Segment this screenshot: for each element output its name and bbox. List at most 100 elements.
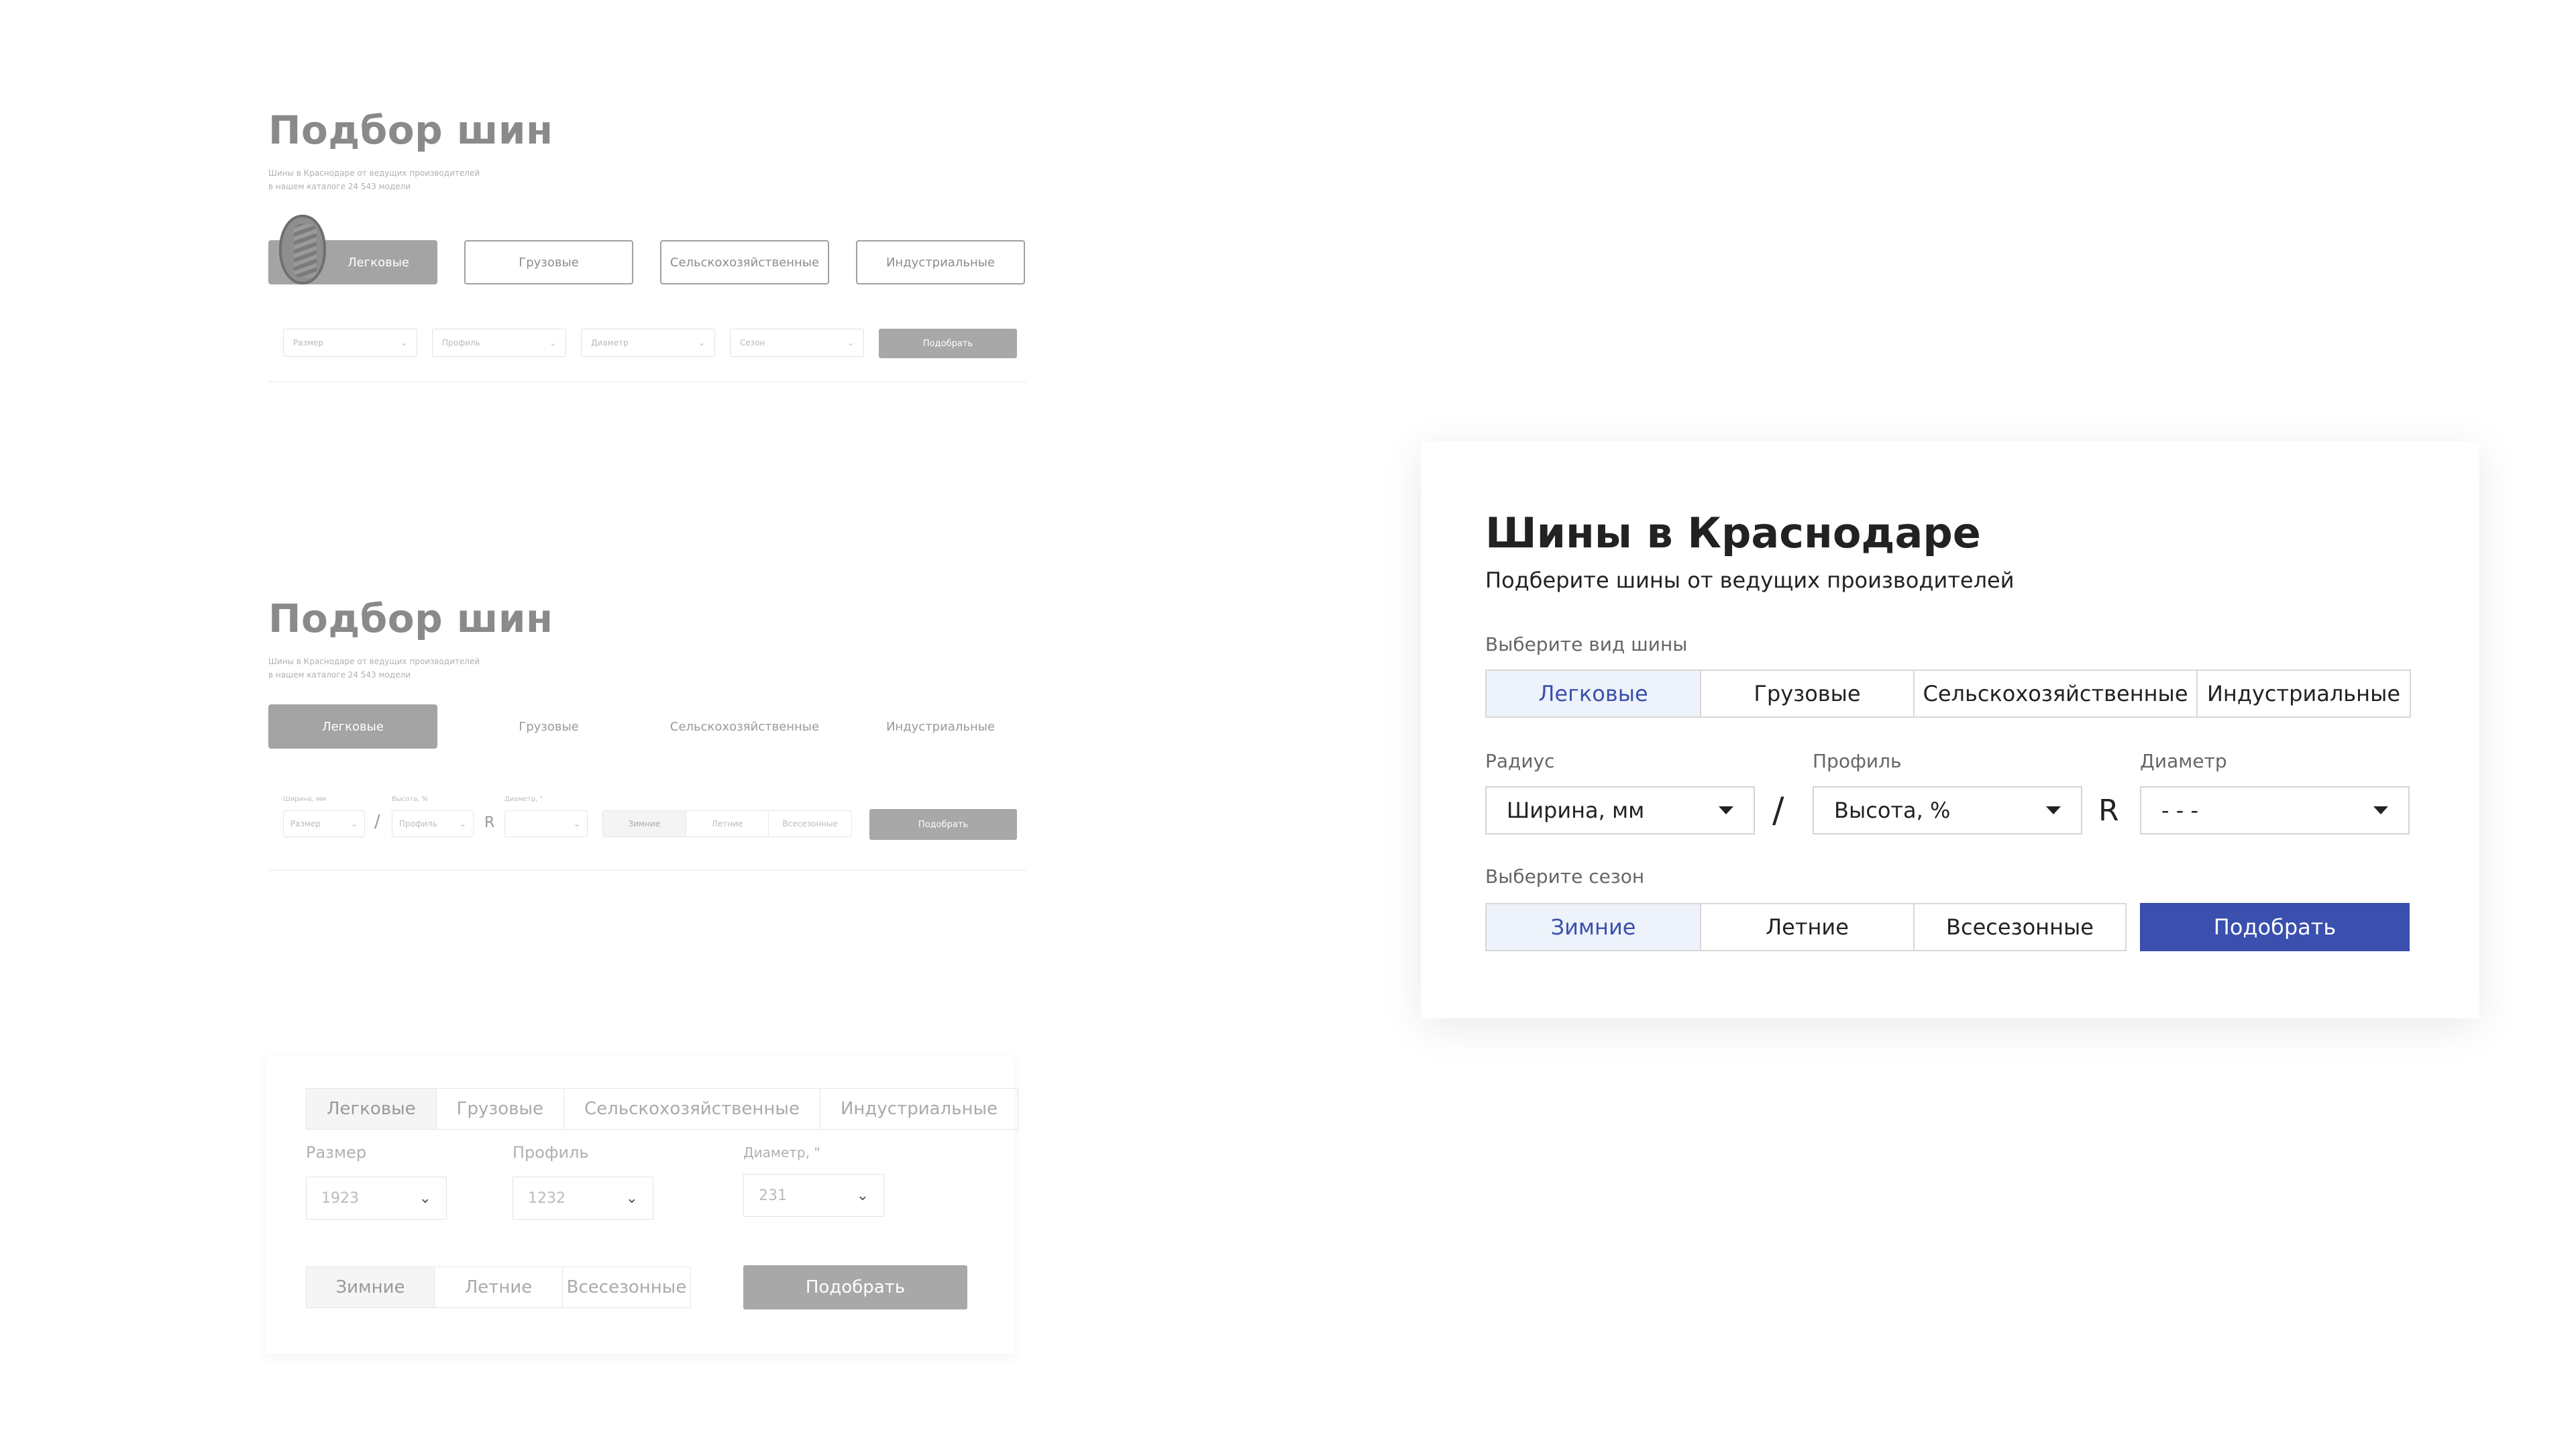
draft1-season-value: Сезон (740, 338, 765, 347)
draft3-type-tabs: Легковые Грузовые Сельскохозяйственные И… (306, 1088, 1018, 1130)
draft2-title: Подбор шин (268, 596, 553, 641)
season-allseason[interactable]: Всесезонные (1913, 904, 2125, 950)
draft1-tab-agricultural[interactable]: Сельскохозяйственные (660, 240, 829, 284)
draft1-subtitle-line1: Шины в Краснодаре от ведущих производите… (268, 168, 480, 178)
draft2-season-allseason[interactable]: Всесезонные (768, 811, 851, 837)
draft2-slash-separator: / (374, 812, 380, 832)
draft3-diameter-select[interactable]: 231 ⌄ (743, 1174, 884, 1217)
draft2-tab-passenger[interactable]: Легковые (268, 704, 437, 749)
tab-truck[interactable]: Грузовые (1700, 671, 1913, 716)
draft1-diameter-select[interactable]: Диаметр ⌄ (581, 329, 715, 357)
draft1-diameter-value: Диаметр (591, 338, 629, 347)
tire-selector-card: Шины в Краснодаре Подберите шины от веду… (1421, 441, 2479, 1018)
draft1-profile-value: Профиль (442, 338, 480, 347)
draft2-season-winter[interactable]: Зимние (603, 811, 686, 837)
draft3-tab-agricultural[interactable]: Сельскохозяйственные (564, 1089, 820, 1129)
draft3-season-winter[interactable]: Зимние (307, 1267, 434, 1307)
width-select-value: Ширина, мм (1507, 798, 1645, 823)
draft3-profile-label: Профиль (513, 1143, 589, 1162)
r-separator: R (2098, 793, 2119, 828)
draft1-tab-passenger[interactable]: Легковые (268, 215, 437, 284)
draft2-subtitle-line1: Шины в Краснодаре от ведущих производите… (268, 657, 480, 666)
draft3-card: Легковые Грузовые Сельскохозяйственные И… (266, 1056, 1018, 1354)
draft2-divider (268, 869, 1026, 871)
diameter-select[interactable]: - - - (2140, 786, 2410, 835)
draft3-profile-value: 1232 (528, 1189, 566, 1207)
tire-type-label: Выберите вид шины (1485, 633, 1688, 655)
caret-down-icon (2373, 806, 2388, 814)
season-winter[interactable]: Зимние (1487, 904, 1700, 950)
draft1-subtitle-line2: в нашем каталоге 24 543 модели (268, 182, 411, 191)
draft1-season-select[interactable]: Сезон ⌄ (730, 329, 864, 357)
profile-label: Профиль (1813, 750, 1902, 772)
page-title: Шины в Краснодаре (1485, 508, 1981, 557)
draft3-season-group: Зимние Летние Всесезонные (306, 1267, 691, 1308)
diameter-label: Диаметр (2140, 750, 2227, 772)
chevron-down-icon: ⌄ (573, 819, 580, 828)
draft1-size-select[interactable]: Размер ⌄ (283, 329, 417, 357)
draft1-divider (268, 381, 1026, 382)
chevron-down-icon: ⌄ (625, 1189, 638, 1207)
draft3-season-allseason[interactable]: Всесезонные (562, 1267, 690, 1307)
tire-type-tabs: Легковые Грузовые Сельскохозяйственные И… (1485, 669, 2411, 718)
width-select[interactable]: Ширина, мм (1485, 786, 1755, 835)
tab-industrial[interactable]: Индустриальные (2196, 671, 2410, 716)
draft2-diameter-select[interactable]: ⌄ (504, 810, 588, 837)
draft1-tab-industrial[interactable]: Индустриальные (856, 240, 1025, 284)
draft3-profile-select[interactable]: 1232 ⌄ (513, 1177, 653, 1220)
draft3-season-summer[interactable]: Летние (434, 1267, 562, 1307)
draft2-tab-industrial[interactable]: Индустриальные (856, 704, 1025, 749)
draft2-size-value: Размер (290, 819, 321, 828)
season-summer[interactable]: Летние (1700, 904, 1913, 950)
caret-down-icon (1719, 806, 1733, 814)
draft1-size-value: Размер (293, 338, 324, 347)
chevron-down-icon: ⌄ (856, 1187, 869, 1204)
draft1-title: Подбор шин (268, 107, 553, 153)
draft2-profile-value: Профиль (399, 819, 437, 828)
draft2-diameter-label: Диаметр, " (504, 796, 543, 803)
draft3-size-label: Размер (306, 1143, 367, 1162)
draft2-size-select[interactable]: Размер ⌄ (283, 810, 365, 837)
draft3-submit-button[interactable]: Подобрать (743, 1265, 967, 1309)
submit-button[interactable]: Подобрать (2140, 903, 2410, 951)
chevron-down-icon: ⌄ (549, 338, 556, 347)
tab-passenger[interactable]: Легковые (1487, 671, 1700, 716)
chevron-down-icon: ⌄ (698, 338, 705, 347)
draft2-submit-button[interactable]: Подобрать (869, 809, 1017, 840)
chevron-down-icon: ⌄ (847, 338, 854, 347)
height-select-value: Высота, % (1834, 798, 1951, 823)
draft1-tab-label: Легковые (347, 255, 409, 270)
draft1-tab-truck[interactable]: Грузовые (464, 240, 633, 284)
radius-label: Радиус (1485, 750, 1555, 772)
draft2-r-separator: R (484, 814, 495, 831)
draft3-tab-truck[interactable]: Грузовые (435, 1089, 564, 1129)
draft3-tab-industrial[interactable]: Индустриальные (819, 1089, 1018, 1129)
draft2-tab-agricultural[interactable]: Сельскохозяйственные (660, 704, 829, 749)
draft2-tab-truck[interactable]: Грузовые (464, 704, 633, 749)
draft2-season-group: Зимние Летние Всесезонные (602, 810, 852, 837)
draft2-height-label: Высота, % (392, 796, 429, 803)
draft3-diameter-value: 231 (759, 1187, 787, 1204)
draft2-profile-select[interactable]: Профиль ⌄ (392, 810, 474, 837)
draft3-size-value: 1923 (321, 1189, 359, 1207)
draft2-subtitle-line2: в нашем каталоге 24 543 модели (268, 670, 411, 680)
tire-icon (279, 215, 326, 284)
draft1-subtitle: Шины в Краснодаре от ведущих производите… (268, 166, 480, 193)
draft3-tab-passenger[interactable]: Легковые (307, 1089, 436, 1129)
chevron-down-icon: ⌄ (400, 338, 407, 347)
draft1-submit-button[interactable]: Подобрать (879, 329, 1017, 358)
season-label: Выберите сезон (1485, 865, 1645, 888)
slash-separator: / (1772, 790, 1784, 830)
tab-agricultural[interactable]: Сельскохозяйственные (1913, 671, 2196, 716)
draft3-diameter-label: Диаметр, " (743, 1144, 820, 1161)
draft2-width-label: Ширина, мм (283, 796, 327, 803)
draft1-profile-select[interactable]: Профиль ⌄ (432, 329, 566, 357)
chevron-down-icon: ⌄ (459, 819, 466, 828)
height-select[interactable]: Высота, % (1813, 786, 2082, 835)
draft2-subtitle: Шины в Краснодаре от ведущих производите… (268, 655, 480, 682)
page-subtitle: Подберите шины от ведущих производителей (1485, 568, 2015, 593)
diameter-select-value: - - - (2161, 798, 2198, 823)
chevron-down-icon: ⌄ (419, 1189, 431, 1207)
draft3-size-select[interactable]: 1923 ⌄ (306, 1177, 447, 1220)
draft2-season-summer[interactable]: Летние (685, 811, 769, 837)
